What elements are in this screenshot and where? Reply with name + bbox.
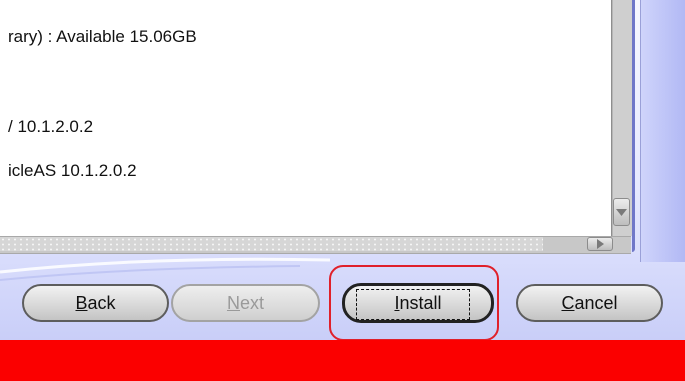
next-mnemonic: N bbox=[226, 292, 240, 313]
next-label: ext bbox=[239, 292, 264, 313]
horizontal-scroll-thumb[interactable] bbox=[0, 237, 543, 251]
cancel-mnemonic: C bbox=[561, 292, 575, 313]
install-summary-panel: rary) : Available 15.06GB / 10.1.2.0.2 i… bbox=[0, 0, 612, 236]
back-mnemonic: B bbox=[75, 292, 88, 313]
summary-line-product: / 10.1.2.0.2 bbox=[8, 117, 94, 136]
cancel-label: ancel bbox=[574, 292, 618, 313]
install-button[interactable]: Install bbox=[342, 283, 494, 323]
footer-brand-bar bbox=[0, 340, 685, 381]
install-label: nstall bbox=[399, 292, 442, 313]
triangle-right-icon bbox=[596, 239, 604, 249]
next-button[interactable]: Next bbox=[171, 284, 320, 322]
cancel-button[interactable]: Cancel bbox=[516, 284, 663, 322]
scroll-down-button[interactable] bbox=[613, 198, 630, 226]
summary-line-space: rary) : Available 15.06GB bbox=[8, 27, 197, 46]
back-label: ack bbox=[87, 292, 116, 313]
back-button[interactable]: Back bbox=[22, 284, 169, 322]
wizard-side-rail bbox=[640, 0, 685, 262]
summary-line-component: icleAS 10.1.2.0.2 bbox=[8, 161, 137, 180]
wizard-frame-border bbox=[632, 0, 635, 252]
triangle-down-icon bbox=[616, 208, 627, 216]
scroll-right-button[interactable] bbox=[587, 237, 613, 251]
